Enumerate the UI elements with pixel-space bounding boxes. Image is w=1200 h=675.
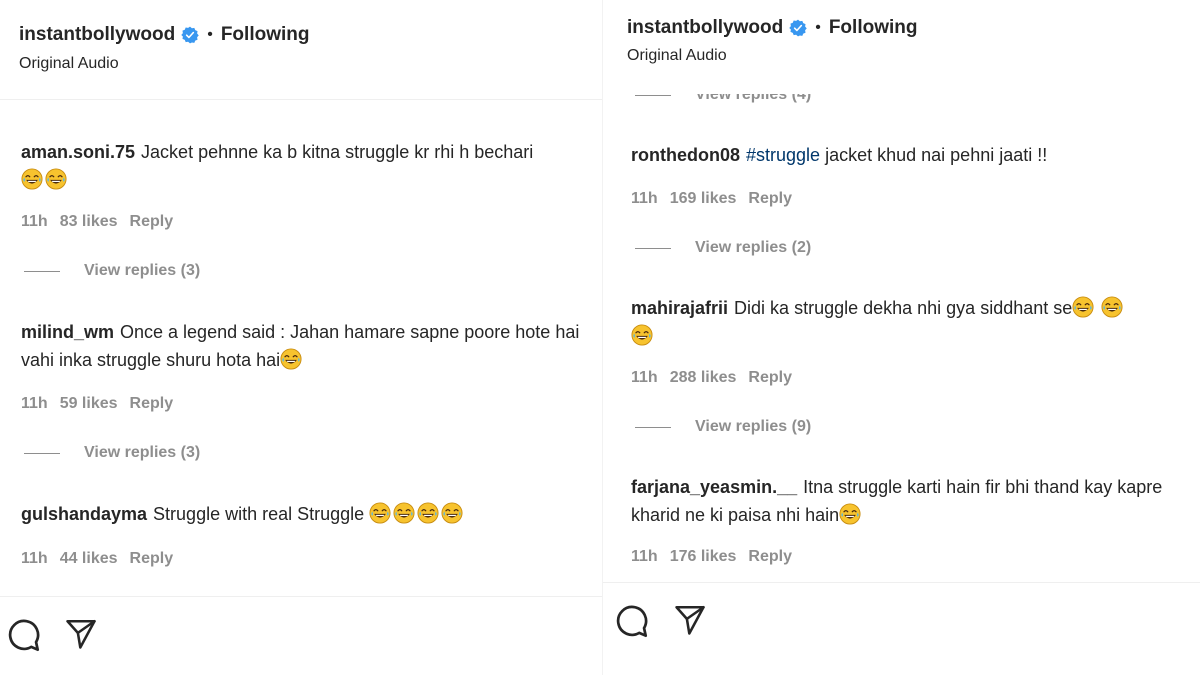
verified-badge-icon: [181, 26, 199, 44]
replies-divider: [24, 270, 60, 272]
comment-text: mahirajafrii Didi ka struggle dekha nhi g…: [631, 294, 1191, 350]
comment-time: 11h: [21, 550, 48, 567]
comment-time: 11h: [631, 190, 658, 207]
laughing-emoji-icon: [631, 324, 653, 346]
account-username[interactable]: instantbollywood: [627, 17, 783, 39]
laughing-emoji-icon: [1101, 296, 1123, 318]
post-header: instantbollywood • Following Original Au…: [603, 0, 1200, 94]
separator-dot: •: [207, 26, 213, 43]
account-username[interactable]: instantbollywood: [19, 24, 175, 46]
comment-username[interactable]: farjana_yeasmin.__: [631, 477, 797, 497]
view-replies-button[interactable]: View replies (2): [635, 239, 811, 257]
reply-button[interactable]: Reply: [748, 190, 792, 208]
comment-username[interactable]: ronthedon08: [631, 145, 740, 165]
comment-username[interactable]: gulshandayma: [21, 504, 147, 524]
right-comments-panel: View replies (4) instantbollywood • Foll…: [602, 0, 1200, 675]
verified-badge-icon: [789, 19, 807, 37]
post-header: instantbollywood • Following Original Au…: [0, 0, 602, 100]
comment-bubble-icon[interactable]: [5, 617, 41, 653]
laughing-emoji-icon: [280, 348, 302, 370]
laughing-emoji-icon: [417, 502, 439, 524]
audio-label[interactable]: Original Audio: [627, 47, 727, 65]
view-replies-button[interactable]: View replies (3): [24, 444, 200, 462]
view-replies-button[interactable]: View replies (9): [635, 418, 811, 436]
reply-button[interactable]: Reply: [130, 213, 174, 231]
replies-divider: [635, 247, 671, 249]
comment-likes[interactable]: 83 likes: [60, 213, 118, 231]
view-replies-button[interactable]: View replies (3): [24, 262, 200, 280]
reply-button[interactable]: Reply: [748, 548, 792, 566]
replies-divider: [635, 426, 671, 428]
view-replies-label: View replies (3): [84, 262, 201, 279]
separator-dot: •: [815, 19, 821, 36]
comment-time: 11h: [631, 548, 658, 565]
laughing-emoji-icon: [45, 168, 67, 190]
comment-time: 11h: [21, 213, 48, 230]
comment-body: Jacket pehnne ka b kitna struggle kr rhi…: [141, 142, 534, 162]
comment-meta: 11h 44 likes Reply: [21, 550, 185, 568]
hashtag-link[interactable]: #struggle: [746, 145, 820, 165]
replies-divider: [24, 452, 60, 454]
comment-time: 11h: [631, 369, 658, 386]
comment-likes[interactable]: 176 likes: [670, 548, 737, 566]
audio-label[interactable]: Original Audio: [19, 55, 119, 73]
comment-text: milind_wm Once a legend said : Jahan hama…: [21, 318, 597, 374]
view-replies-label: View replies (3): [84, 444, 201, 461]
laughing-emoji-icon: [839, 503, 861, 525]
comment-meta: 11h 169 likes Reply: [631, 190, 804, 208]
paper-plane-icon[interactable]: [673, 603, 707, 637]
reply-button[interactable]: Reply: [130, 395, 174, 413]
action-bar: [0, 596, 602, 675]
laughing-emoji-icon: [21, 168, 43, 190]
laughing-emoji-icon: [441, 502, 463, 524]
comment-time: 11h: [21, 395, 48, 412]
comment-text: aman.soni.75 Jacket pehnne ka b kitna str…: [21, 138, 597, 194]
reply-button[interactable]: Reply: [748, 369, 792, 387]
view-replies-label: View replies (2): [695, 239, 812, 256]
comment-username[interactable]: aman.soni.75: [21, 142, 135, 162]
following-button[interactable]: Following: [221, 24, 310, 46]
laughing-emoji-icon: [1072, 296, 1094, 318]
comment-text: farjana_yeasmin.__ Itna struggle karti ha…: [631, 473, 1171, 529]
left-comments-panel: instantbollywood • Following Original Au…: [0, 0, 602, 675]
comment-username[interactable]: milind_wm: [21, 322, 114, 342]
comment-meta: 11h 288 likes Reply: [631, 369, 804, 387]
comment-bubble-icon[interactable]: [613, 603, 649, 639]
comment-username[interactable]: mahirajafrii: [631, 298, 728, 318]
comment-likes[interactable]: 44 likes: [60, 550, 118, 568]
comment-meta: 11h 83 likes Reply: [21, 213, 185, 231]
comment-body: Didi ka struggle dekha nhi gya siddhant …: [734, 298, 1073, 318]
comment-meta: 11h 176 likes Reply: [631, 548, 804, 566]
comment-likes[interactable]: 169 likes: [670, 190, 737, 208]
comment-meta: 11h 59 likes Reply: [21, 395, 185, 413]
comment-likes[interactable]: 288 likes: [670, 369, 737, 387]
paper-plane-icon[interactable]: [64, 617, 98, 651]
laughing-emoji-icon: [369, 502, 391, 524]
comment-body: jacket khud nai pehni jaati !!: [825, 145, 1048, 165]
reply-button[interactable]: Reply: [130, 550, 174, 568]
view-replies-label: View replies (9): [695, 418, 812, 435]
following-button[interactable]: Following: [829, 17, 918, 39]
comment-likes[interactable]: 59 likes: [60, 395, 118, 413]
comment-body: Struggle with real Struggle: [153, 504, 365, 524]
comment-text: ronthedon08 #struggle jacket khud nai peh…: [631, 141, 1191, 169]
comment-text: gulshandayma Struggle with real Struggle: [21, 500, 597, 528]
laughing-emoji-icon: [393, 502, 415, 524]
replies-divider: [635, 94, 671, 96]
action-bar: [603, 582, 1200, 675]
